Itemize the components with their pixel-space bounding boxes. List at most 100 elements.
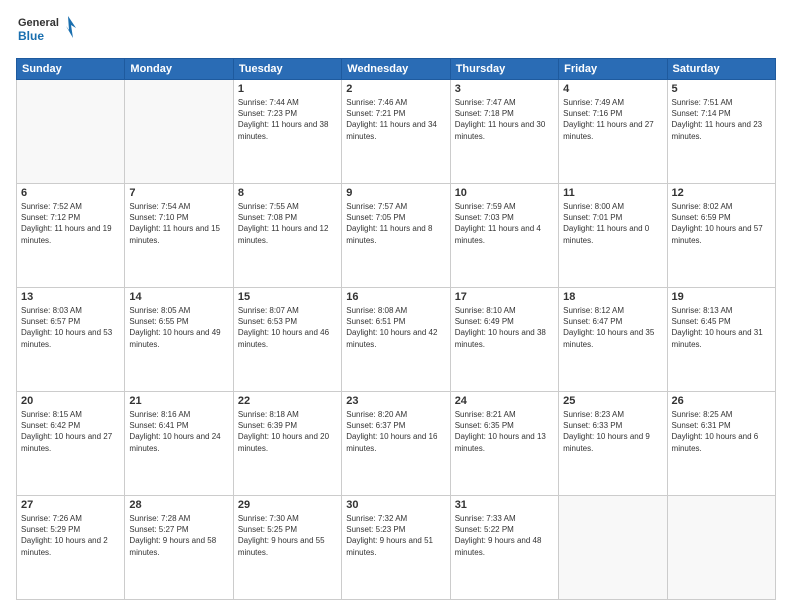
day-number: 6: [21, 187, 120, 199]
calendar-cell-w4d4: 31 Sunrise: 7:33 AM Sunset: 5:22 PM Dayli…: [450, 496, 558, 600]
day-number: 29: [238, 499, 337, 511]
day-number: 17: [455, 291, 554, 303]
day-number: 18: [563, 291, 662, 303]
day-number: 7: [129, 187, 228, 199]
day-info: Sunrise: 7:47 AM Sunset: 7:18 PM Dayligh…: [455, 97, 554, 142]
calendar-cell-w4d0: 27 Sunrise: 7:26 AM Sunset: 5:29 PM Dayli…: [17, 496, 125, 600]
calendar-cell-w0d5: 4Sunrise: 7:49 AM Sunset: 7:16 PM Daylig…: [559, 80, 667, 184]
day-info: Sunrise: 8:20 AM Sunset: 6:37 PM Dayligh…: [346, 409, 445, 454]
day-info: Sunrise: 8:05 AM Sunset: 6:55 PM Dayligh…: [129, 305, 228, 350]
day-number: 5: [672, 83, 771, 95]
calendar-cell-w2d5: 18 Sunrise: 8:12 AM Sunset: 6:47 PM Dayli…: [559, 288, 667, 392]
calendar-cell-w2d6: 19 Sunrise: 8:13 AM Sunset: 6:45 PM Dayli…: [667, 288, 775, 392]
day-number: 24: [455, 395, 554, 407]
calendar-cell-w3d4: 24 Sunrise: 8:21 AM Sunset: 6:35 PM Dayli…: [450, 392, 558, 496]
day-info: Sunrise: 7:55 AM Sunset: 7:08 PM Dayligh…: [238, 201, 337, 246]
calendar-cell-w0d0: [17, 80, 125, 184]
calendar-cell-w1d2: 8Sunrise: 7:55 AM Sunset: 7:08 PM Daylig…: [233, 184, 341, 288]
calendar-cell-w4d2: 29 Sunrise: 7:30 AM Sunset: 5:25 PM Dayli…: [233, 496, 341, 600]
day-info: Sunrise: 8:12 AM Sunset: 6:47 PM Dayligh…: [563, 305, 662, 350]
day-info: Sunrise: 7:46 AM Sunset: 7:21 PM Dayligh…: [346, 97, 445, 142]
calendar-table: SundayMondayTuesdayWednesdayThursdayFrid…: [16, 58, 776, 600]
calendar-cell-w2d4: 17 Sunrise: 8:10 AM Sunset: 6:49 PM Dayli…: [450, 288, 558, 392]
day-info: Sunrise: 7:57 AM Sunset: 7:05 PM Dayligh…: [346, 201, 445, 246]
day-number: 10: [455, 187, 554, 199]
column-header-saturday: Saturday: [667, 59, 775, 80]
day-number: 23: [346, 395, 445, 407]
calendar-cell-w1d1: 7 Sunrise: 7:54 AM Sunset: 7:10 PM Daylig…: [125, 184, 233, 288]
calendar-cell-w1d3: 9 Sunrise: 7:57 AM Sunset: 7:05 PM Daylig…: [342, 184, 450, 288]
calendar-cell-w4d3: 30 Sunrise: 7:32 AM Sunset: 5:23 PM Dayli…: [342, 496, 450, 600]
calendar-cell-w0d3: 2 Sunrise: 7:46 AM Sunset: 7:21 PM Daylig…: [342, 80, 450, 184]
day-info: Sunrise: 7:59 AM Sunset: 7:03 PM Dayligh…: [455, 201, 554, 246]
day-number: 27: [21, 499, 120, 511]
day-number: 3: [455, 83, 554, 95]
calendar-cell-w0d4: 3 Sunrise: 7:47 AM Sunset: 7:18 PM Daylig…: [450, 80, 558, 184]
day-info: Sunrise: 8:03 AM Sunset: 6:57 PM Dayligh…: [21, 305, 120, 350]
calendar-cell-w3d1: 21 Sunrise: 8:16 AM Sunset: 6:41 PM Dayli…: [125, 392, 233, 496]
calendar-cell-w3d6: 26 Sunrise: 8:25 AM Sunset: 6:31 PM Dayli…: [667, 392, 775, 496]
day-number: 11: [563, 187, 662, 199]
column-header-tuesday: Tuesday: [233, 59, 341, 80]
day-info: Sunrise: 8:08 AM Sunset: 6:51 PM Dayligh…: [346, 305, 445, 350]
calendar-cell-w1d4: 10 Sunrise: 7:59 AM Sunset: 7:03 PM Dayli…: [450, 184, 558, 288]
calendar-cell-w2d3: 16Sunrise: 8:08 AM Sunset: 6:51 PM Dayli…: [342, 288, 450, 392]
calendar-cell-w3d2: 22Sunrise: 8:18 AM Sunset: 6:39 PM Dayli…: [233, 392, 341, 496]
svg-text:General: General: [18, 17, 59, 29]
day-info: Sunrise: 8:02 AM Sunset: 6:59 PM Dayligh…: [672, 201, 771, 246]
day-info: Sunrise: 7:30 AM Sunset: 5:25 PM Dayligh…: [238, 513, 337, 558]
calendar-cell-w4d6: [667, 496, 775, 600]
day-number: 21: [129, 395, 228, 407]
day-number: 26: [672, 395, 771, 407]
calendar-cell-w0d2: 1Sunrise: 7:44 AM Sunset: 7:23 PM Daylig…: [233, 80, 341, 184]
day-info: Sunrise: 7:54 AM Sunset: 7:10 PM Dayligh…: [129, 201, 228, 246]
day-number: 9: [346, 187, 445, 199]
column-header-wednesday: Wednesday: [342, 59, 450, 80]
day-number: 14: [129, 291, 228, 303]
day-number: 31: [455, 499, 554, 511]
day-info: Sunrise: 8:25 AM Sunset: 6:31 PM Dayligh…: [672, 409, 771, 454]
calendar-cell-w3d0: 20Sunrise: 8:15 AM Sunset: 6:42 PM Dayli…: [17, 392, 125, 496]
calendar-cell-w1d6: 12 Sunrise: 8:02 AM Sunset: 6:59 PM Dayli…: [667, 184, 775, 288]
day-info: Sunrise: 8:07 AM Sunset: 6:53 PM Dayligh…: [238, 305, 337, 350]
day-info: Sunrise: 7:26 AM Sunset: 5:29 PM Dayligh…: [21, 513, 120, 558]
day-info: Sunrise: 8:18 AM Sunset: 6:39 PM Dayligh…: [238, 409, 337, 454]
day-info: Sunrise: 8:15 AM Sunset: 6:42 PM Dayligh…: [21, 409, 120, 454]
day-info: Sunrise: 8:16 AM Sunset: 6:41 PM Dayligh…: [129, 409, 228, 454]
logo: General Blue: [16, 12, 76, 48]
column-header-thursday: Thursday: [450, 59, 558, 80]
day-number: 12: [672, 187, 771, 199]
day-number: 4: [563, 83, 662, 95]
day-info: Sunrise: 7:33 AM Sunset: 5:22 PM Dayligh…: [455, 513, 554, 558]
column-header-friday: Friday: [559, 59, 667, 80]
day-number: 13: [21, 291, 120, 303]
day-number: 30: [346, 499, 445, 511]
day-info: Sunrise: 7:51 AM Sunset: 7:14 PM Dayligh…: [672, 97, 771, 142]
calendar-cell-w4d5: [559, 496, 667, 600]
day-number: 1: [238, 83, 337, 95]
day-number: 19: [672, 291, 771, 303]
calendar-cell-w2d0: 13 Sunrise: 8:03 AM Sunset: 6:57 PM Dayli…: [17, 288, 125, 392]
day-info: Sunrise: 7:52 AM Sunset: 7:12 PM Dayligh…: [21, 201, 120, 246]
calendar-cell-w3d5: 25Sunrise: 8:23 AM Sunset: 6:33 PM Dayli…: [559, 392, 667, 496]
day-info: Sunrise: 7:28 AM Sunset: 5:27 PM Dayligh…: [129, 513, 228, 558]
column-header-monday: Monday: [125, 59, 233, 80]
day-number: 2: [346, 83, 445, 95]
calendar-cell-w0d1: [125, 80, 233, 184]
logo-svg: General Blue: [16, 12, 76, 48]
svg-text:Blue: Blue: [18, 29, 44, 43]
calendar-cell-w0d6: 5 Sunrise: 7:51 AM Sunset: 7:14 PM Daylig…: [667, 80, 775, 184]
day-number: 28: [129, 499, 228, 511]
day-info: Sunrise: 8:13 AM Sunset: 6:45 PM Dayligh…: [672, 305, 771, 350]
calendar-cell-w1d0: 6 Sunrise: 7:52 AM Sunset: 7:12 PM Daylig…: [17, 184, 125, 288]
day-info: Sunrise: 8:23 AM Sunset: 6:33 PM Dayligh…: [563, 409, 662, 454]
day-info: Sunrise: 8:21 AM Sunset: 6:35 PM Dayligh…: [455, 409, 554, 454]
column-header-sunday: Sunday: [17, 59, 125, 80]
calendar-cell-w4d1: 28 Sunrise: 7:28 AM Sunset: 5:27 PM Dayli…: [125, 496, 233, 600]
header: General Blue: [16, 12, 776, 48]
day-info: Sunrise: 7:32 AM Sunset: 5:23 PM Dayligh…: [346, 513, 445, 558]
calendar-cell-w1d5: 11Sunrise: 8:00 AM Sunset: 7:01 PM Dayli…: [559, 184, 667, 288]
day-info: Sunrise: 8:10 AM Sunset: 6:49 PM Dayligh…: [455, 305, 554, 350]
calendar-cell-w2d1: 14 Sunrise: 8:05 AM Sunset: 6:55 PM Dayli…: [125, 288, 233, 392]
calendar-cell-w3d3: 23 Sunrise: 8:20 AM Sunset: 6:37 PM Dayli…: [342, 392, 450, 496]
